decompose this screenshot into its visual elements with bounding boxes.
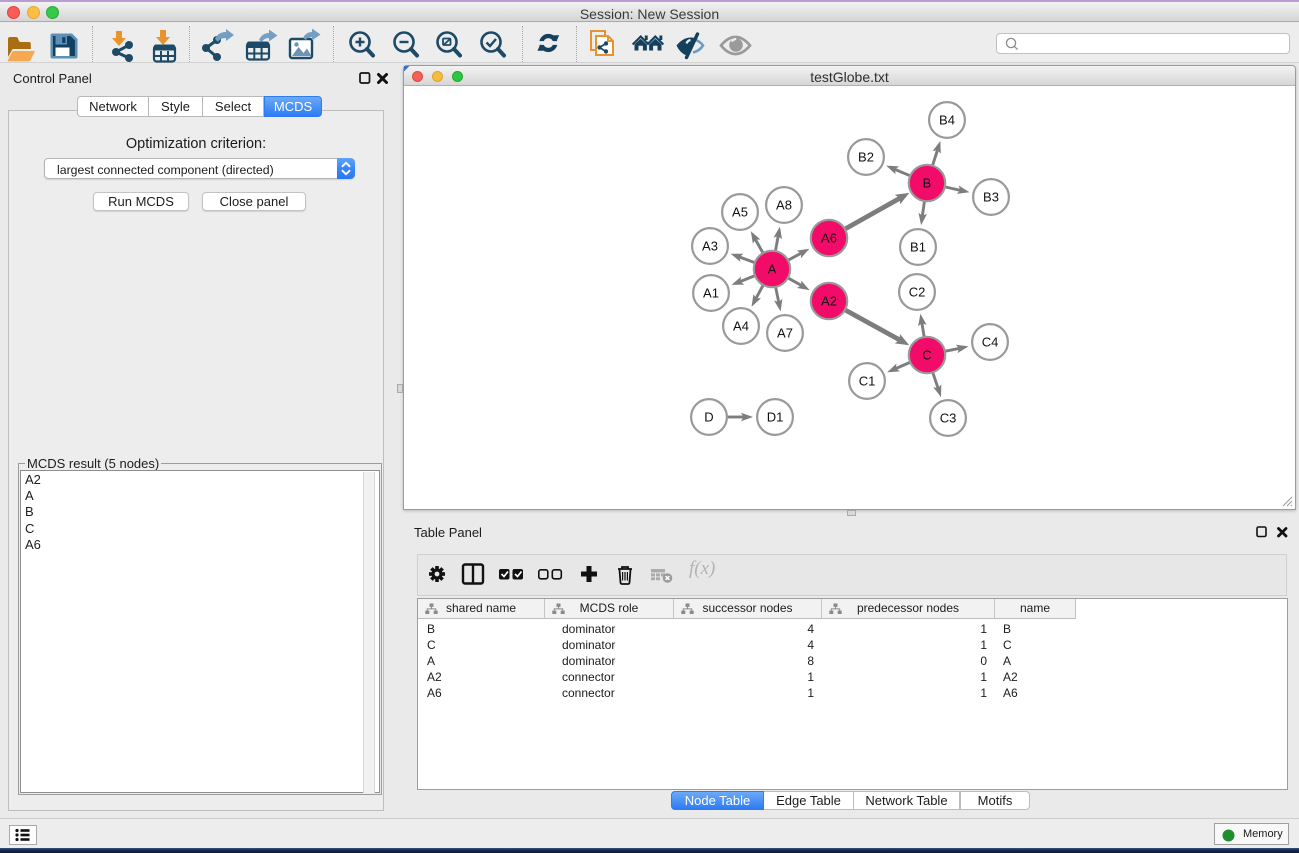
svg-text:C4: C4 <box>982 335 999 350</box>
svg-text:A8: A8 <box>776 198 792 213</box>
svg-text:A: A <box>768 262 777 277</box>
svg-text:C3: C3 <box>940 411 957 426</box>
svg-text:A6: A6 <box>821 231 837 246</box>
svg-text:D: D <box>704 410 713 425</box>
svg-text:A1: A1 <box>703 286 719 301</box>
svg-text:B: B <box>923 176 932 191</box>
svg-text:C1: C1 <box>859 374 876 389</box>
svg-text:A5: A5 <box>732 205 748 220</box>
svg-text:B3: B3 <box>983 190 999 205</box>
svg-text:C: C <box>922 348 931 363</box>
svg-text:B2: B2 <box>858 150 874 165</box>
svg-text:B4: B4 <box>939 113 955 128</box>
svg-text:A2: A2 <box>821 294 837 309</box>
svg-text:D1: D1 <box>767 410 784 425</box>
svg-text:A7: A7 <box>777 326 793 341</box>
svg-text:B1: B1 <box>910 240 926 255</box>
svg-text:A3: A3 <box>702 239 718 254</box>
svg-text:A4: A4 <box>733 319 749 334</box>
svg-text:C2: C2 <box>909 285 926 300</box>
